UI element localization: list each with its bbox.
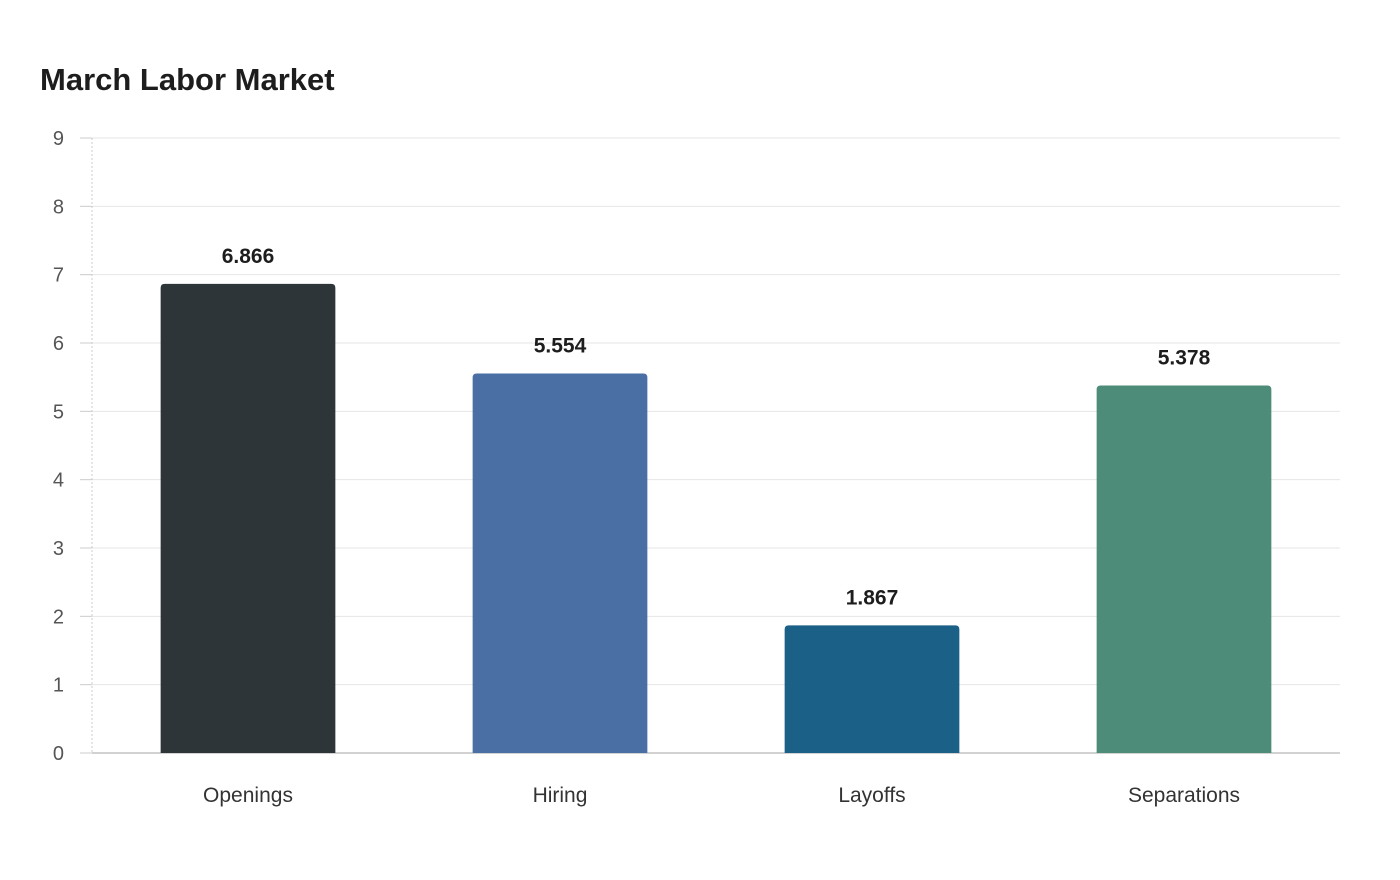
y-tick-label: 7 [53, 265, 64, 287]
bars [160, 283, 1272, 753]
y-tick-label: 4 [53, 470, 64, 492]
bar-layoffs [784, 625, 960, 753]
bar-chart: 0 1 2 3 4 5 6 7 8 9 6.866 Openings 5.554 Hiring 1.867… [53, 128, 1340, 807]
y-tick-label: 6 [53, 333, 64, 355]
y-tick-label: 5 [53, 401, 64, 423]
bar-openings [160, 283, 336, 753]
value-label-separations: 5.378 [1158, 347, 1211, 370]
y-tick-label: 2 [53, 606, 64, 628]
bar-separations [1096, 385, 1272, 753]
y-tick-label: 8 [53, 196, 64, 218]
category-label-openings: Openings [203, 784, 293, 807]
category-label-layoffs: Layoffs [838, 784, 905, 807]
y-tick-label: 1 [53, 675, 64, 697]
y-tick-label: 0 [53, 743, 64, 765]
value-label-layoffs: 1.867 [846, 586, 899, 609]
bar-hiring [472, 373, 648, 753]
y-tick-label: 3 [53, 538, 64, 560]
value-label-hiring: 5.554 [534, 334, 587, 357]
category-label-hiring: Hiring [533, 784, 588, 807]
value-label-openings: 6.866 [222, 245, 275, 268]
category-label-separations: Separations [1128, 784, 1240, 807]
y-tick-label: 9 [53, 128, 64, 150]
labels: 6.866 Openings 5.554 Hiring 1.867 Layoffs 5.37… [203, 245, 1240, 807]
